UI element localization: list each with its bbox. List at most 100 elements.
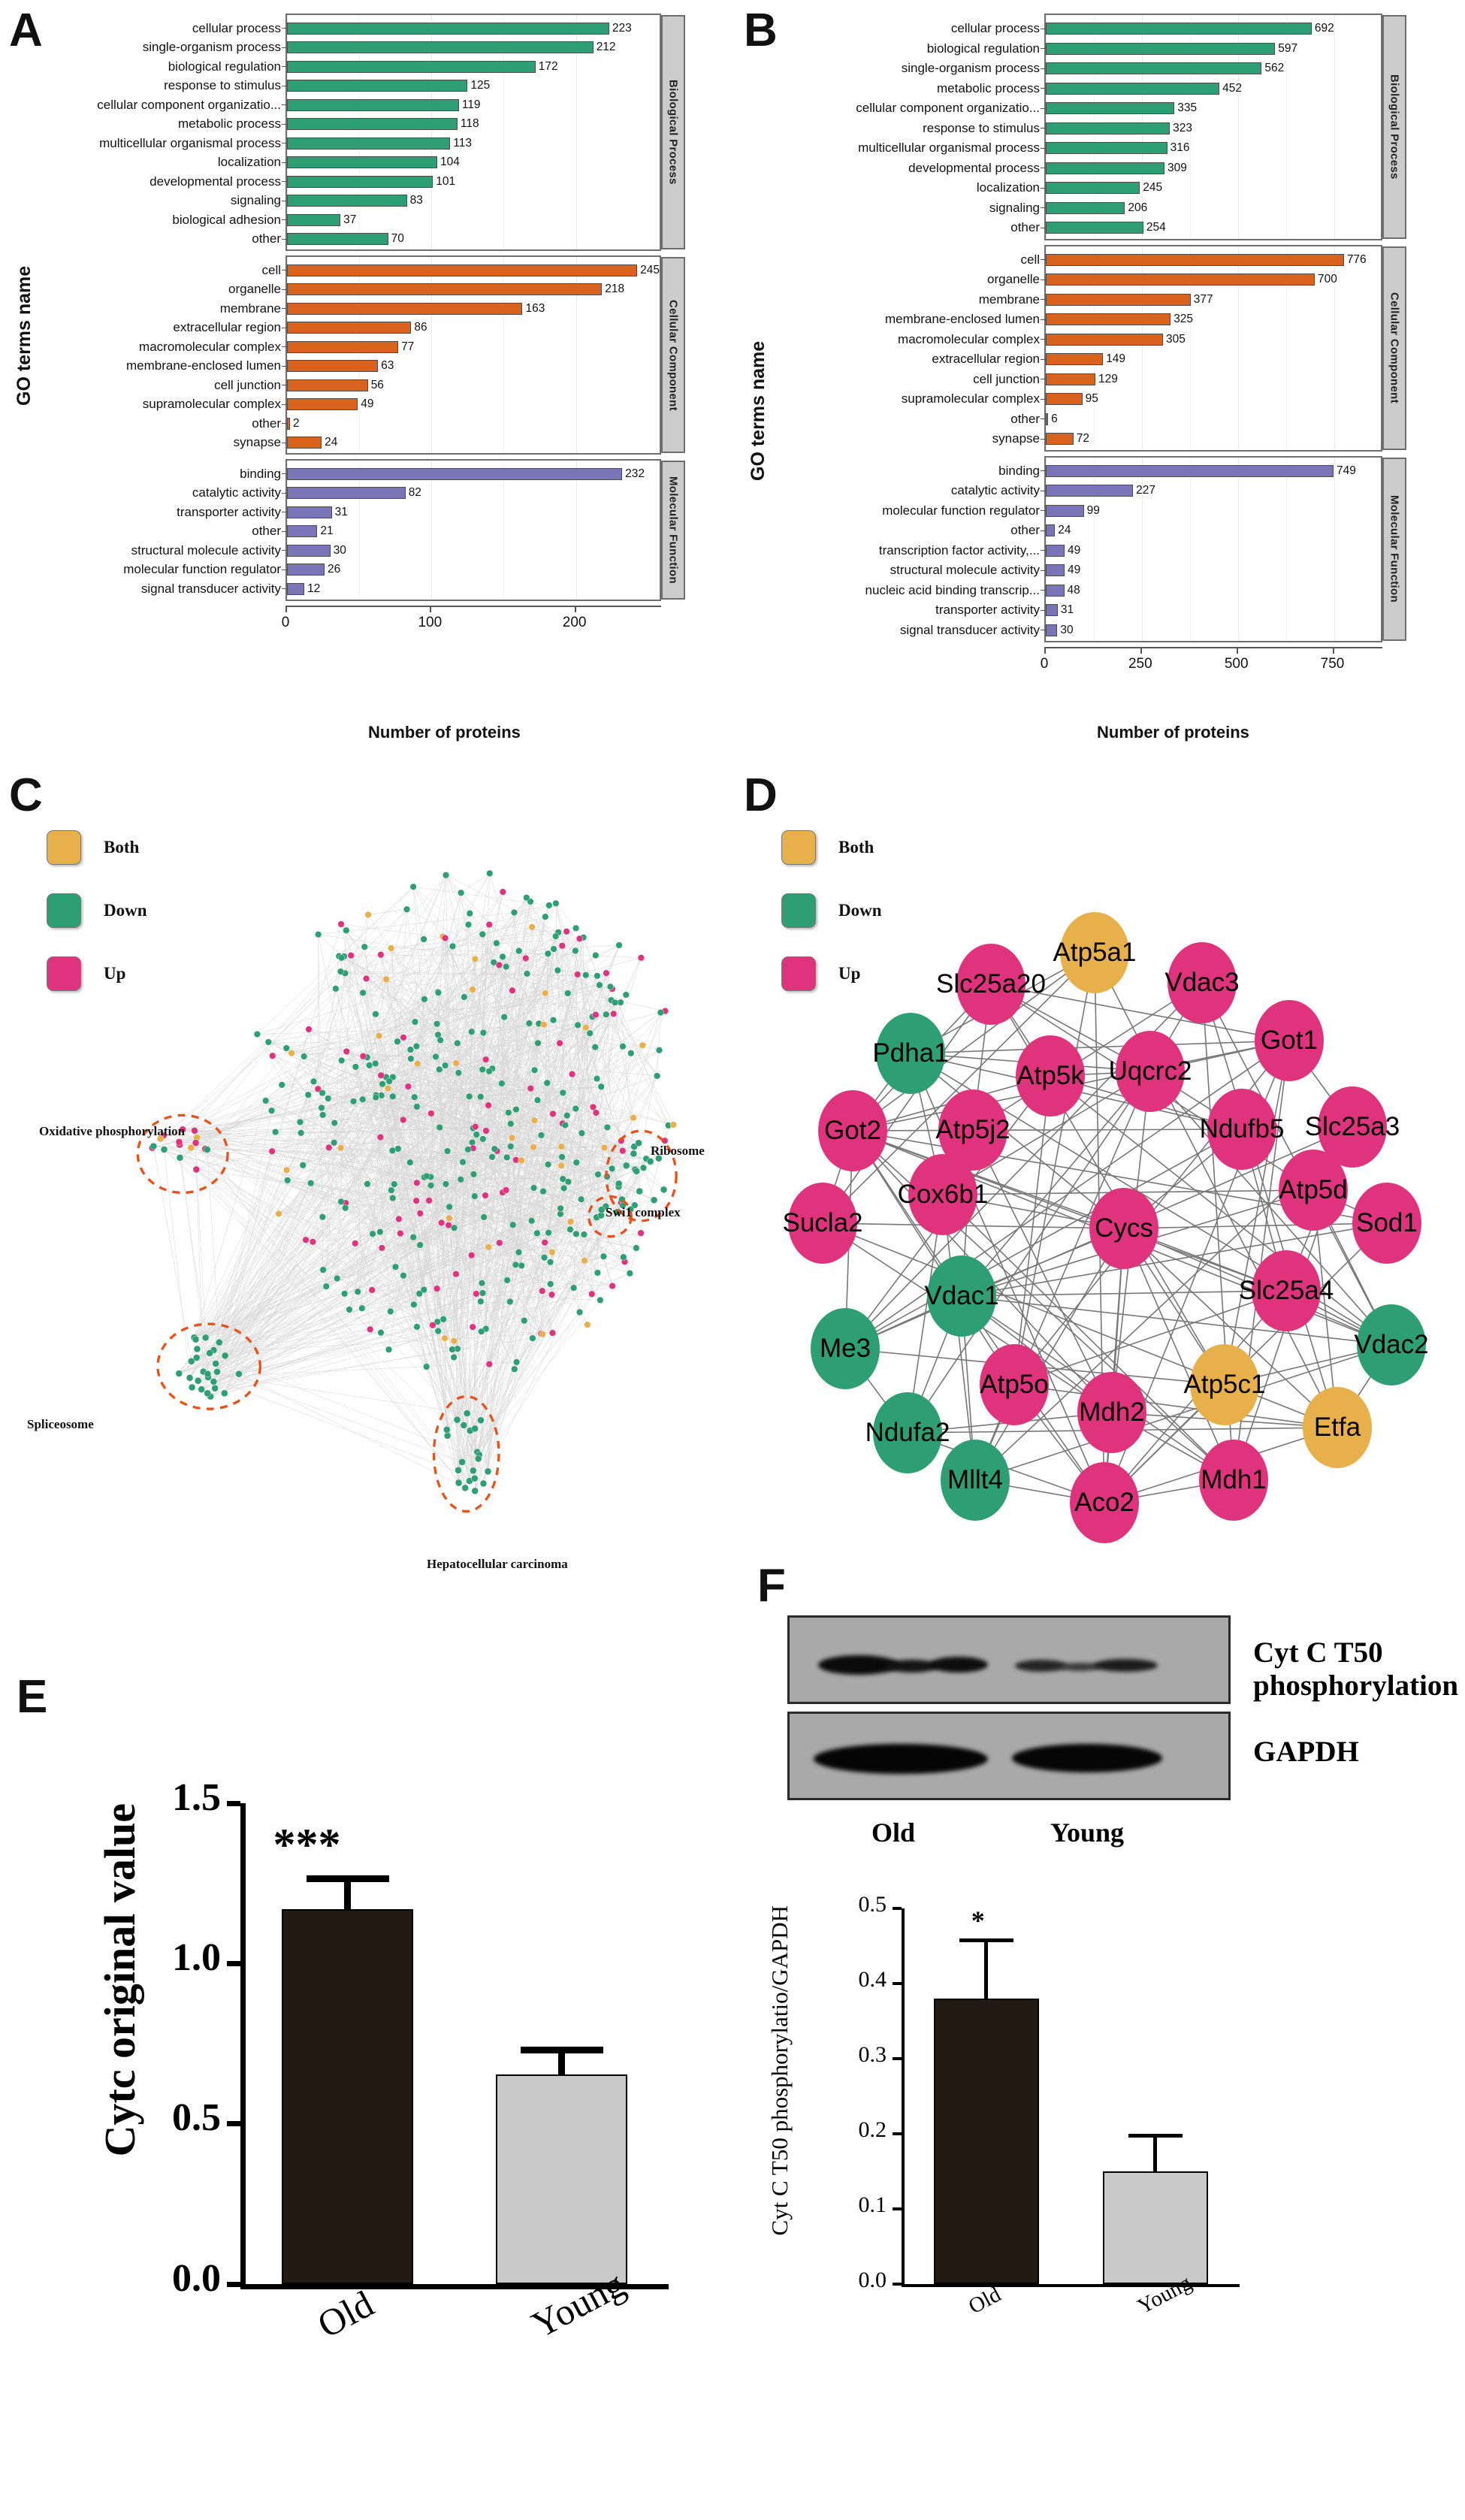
go-bar-row: molecular function regulator 99 (882, 501, 1381, 521)
go-bar-value: 118 (460, 117, 479, 131)
go-bar-row: other 6 (1010, 409, 1381, 430)
go-category-label: extracellular region (173, 320, 281, 335)
go-bar-row: transcription factor activity,... 49 (879, 541, 1381, 561)
panel-f-bar-chart: 0.0 0.1 0.2 0.3 0.4 0.5 Cyt C T50 phosphorylat… (759, 1878, 1285, 2502)
go-bar (287, 564, 325, 576)
panel-a-go-chart: cellular process 223 single-organism proce… (97, 14, 685, 640)
go-bar-value: 776 (1346, 252, 1367, 266)
go-group-strip: Molecular Function (661, 461, 685, 600)
axis-tick-label: 0 (281, 614, 290, 630)
go-bar-value: 104 (440, 156, 460, 169)
go-bar-row: macromolecular complex 77 (139, 337, 660, 357)
go-bar-value: 24 (325, 436, 338, 449)
go-bar-value: 377 (1193, 292, 1213, 306)
error-bar-cap (520, 2047, 603, 2054)
go-category-tick (282, 588, 287, 590)
go-category-label: developmental process (150, 174, 281, 189)
go-category-tick (1041, 590, 1046, 591)
cluster-label-ribosome: Ribosome (651, 1144, 705, 1158)
go-bar (1046, 182, 1140, 195)
go-category-label: multicellular organismal process (858, 141, 1040, 156)
go-bar-row: other 21 (252, 522, 660, 542)
go-category-tick (1041, 358, 1046, 360)
go-bar-row: multicellular organismal process 113 (99, 134, 660, 153)
node-ndufa2 (873, 1392, 942, 1473)
blot-panel-gapdh (787, 1712, 1231, 1800)
go-bar (287, 41, 594, 54)
axis-tick-label: 100 (418, 614, 443, 630)
y-axis-tick (227, 2121, 240, 2127)
go-category-tick (282, 473, 287, 475)
go-category-tick (282, 492, 287, 494)
go-bar (287, 195, 407, 207)
node-slc25a4 (1252, 1250, 1321, 1331)
y-axis-title: Cytc original value (95, 1803, 144, 2157)
go-category-label: structural molecule activity (890, 563, 1040, 578)
go-category-tick (1041, 48, 1046, 50)
go-bar (287, 302, 523, 315)
go-group-biological-process: cellular process 692 biological regulation… (856, 14, 1406, 240)
go-bar-value: 49 (1068, 564, 1081, 577)
node-sucla2 (788, 1183, 857, 1264)
go-bar-row: biological adhesion 37 (172, 210, 660, 230)
go-bar (1046, 201, 1125, 214)
go-bar (1046, 102, 1175, 115)
go-category-label: macromolecular complex (139, 339, 281, 354)
go-bar (1046, 82, 1220, 95)
y-axis-tick-label: 0.1 (858, 2192, 887, 2218)
significance-marker: * (971, 1905, 985, 1935)
go-bar (287, 98, 459, 111)
go-category-tick (1041, 510, 1046, 512)
node-atp5c1 (1190, 1344, 1259, 1425)
go-category-label: synapse (233, 435, 281, 450)
node-mllt4 (941, 1440, 1010, 1521)
blot-band (1012, 1744, 1162, 1772)
go-bar-row: catalytic activity 227 (951, 481, 1381, 501)
go-bar-value: 101 (436, 174, 456, 188)
go-category-tick (1041, 88, 1046, 89)
go-bar-row: signal transducer activity 30 (900, 621, 1381, 641)
go-bar-value: 692 (1314, 22, 1334, 35)
go-bar-value: 245 (1143, 181, 1163, 195)
go-group-strip: Cellular Component (1382, 246, 1406, 450)
go-bar-value: 700 (1317, 273, 1337, 286)
node-got1 (1255, 1000, 1324, 1081)
go-bar (1046, 62, 1262, 75)
blot-band (929, 1657, 988, 1672)
go-category-tick (282, 47, 287, 48)
go-category-label: catalytic activity (192, 485, 281, 500)
go-category-tick (1041, 339, 1046, 340)
blot-target-label-line2: phosphorylation (1253, 1669, 1459, 1702)
y-axis-tick (893, 1907, 902, 1910)
panel-b-go-chart: cellular process 692 biological regulation… (856, 14, 1406, 681)
node-me3 (811, 1308, 880, 1389)
go-bar-row: cell 776 (1020, 250, 1381, 270)
go-category-label: localization (976, 180, 1040, 195)
panel-b-x-axis-title: Number of proteins (1097, 723, 1249, 742)
go-bar-row: structural molecule activity 30 (131, 541, 660, 561)
go-bar (1046, 504, 1084, 517)
go-category-tick (282, 289, 287, 290)
go-category-label: single-organism process (142, 40, 281, 55)
go-category-tick (1041, 470, 1046, 472)
go-category-tick (1041, 609, 1046, 611)
go-bar (287, 22, 609, 35)
go-category-label: membrane-enclosed lumen (885, 312, 1040, 327)
go-category-label: cell (261, 262, 281, 277)
go-category-tick (1041, 207, 1046, 209)
go-category-label: organelle (228, 282, 281, 297)
go-bar-value: 83 (409, 194, 423, 207)
go-bar-value: 305 (1165, 332, 1186, 346)
bar-young (1102, 2171, 1208, 2284)
panel-d-legend-item-both: Both (781, 830, 882, 865)
go-category-label: binding (240, 466, 281, 481)
go-category-tick (1041, 550, 1046, 551)
go-bar-row: cellular component organizatio... 335 (856, 98, 1381, 119)
go-bar-row: biological regulation 172 (168, 57, 660, 77)
go-bar (287, 467, 623, 480)
go-bar (1046, 42, 1276, 55)
y-axis-tick (893, 2057, 902, 2060)
blot-target-label-line1: Cyt C T50 (1253, 1636, 1383, 1669)
go-bar (287, 544, 331, 557)
go-category-tick (1041, 187, 1046, 189)
